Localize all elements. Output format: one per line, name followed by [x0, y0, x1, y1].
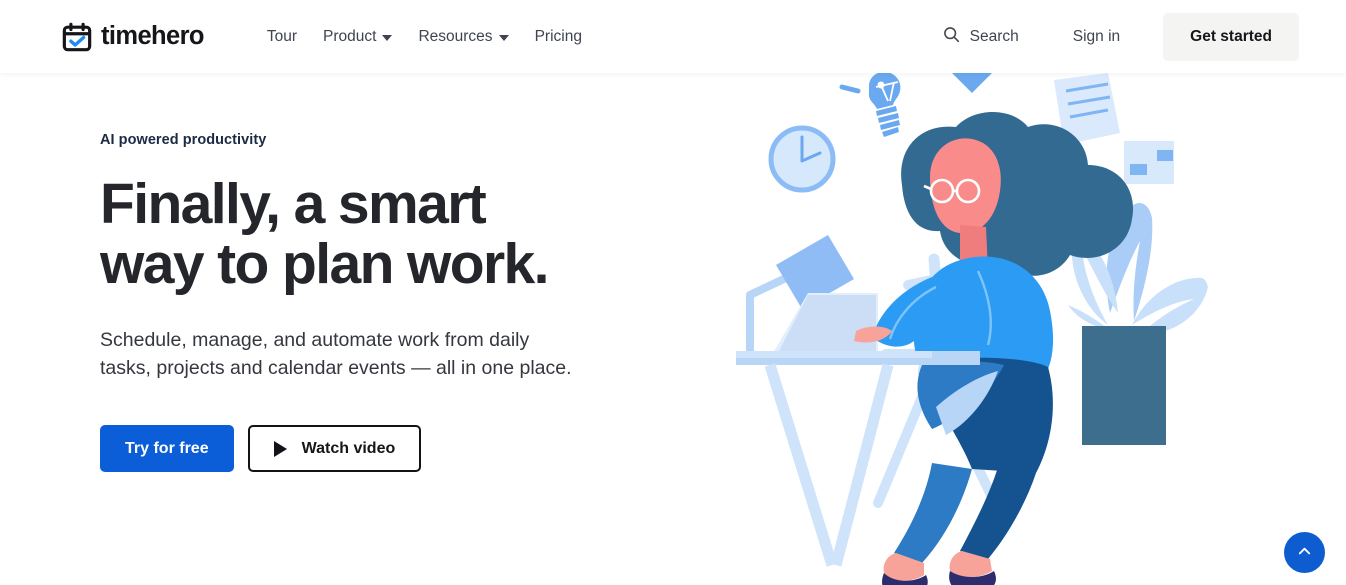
- search-icon: [943, 26, 960, 48]
- hero-subhead: Schedule, manage, and automate work from…: [100, 328, 572, 380]
- logo-wordmark: timehero: [101, 21, 204, 50]
- chevron-up-icon: [1297, 544, 1312, 562]
- clock-icon: [768, 125, 836, 193]
- hero-section: AI powered productivity Finally, a smart…: [0, 73, 1346, 585]
- primary-nav: Tour Product Resources Pricing: [254, 20, 595, 54]
- search-button[interactable]: Search: [931, 18, 1031, 56]
- get-started-button[interactable]: Get started: [1163, 12, 1299, 61]
- note-card-icon: [1124, 141, 1174, 184]
- watch-video-label: Watch video: [301, 439, 396, 457]
- triangle-accent-icon: [952, 73, 992, 93]
- nav-item-pricing[interactable]: Pricing: [522, 20, 595, 54]
- nav-label: Product: [323, 27, 377, 45]
- landing-page: timehero Tour Product Resources Pricing: [0, 0, 1346, 585]
- site-header: timehero Tour Product Resources Pricing: [0, 0, 1346, 73]
- hero-copy: AI powered productivity Finally, a smart…: [100, 132, 720, 473]
- try-for-free-button[interactable]: Try for free: [100, 425, 234, 473]
- watch-video-button[interactable]: Watch video: [247, 425, 422, 473]
- nav-label: Pricing: [534, 27, 582, 45]
- woman-working-at-desk-illustration: [736, 73, 1346, 585]
- nav-item-tour[interactable]: Tour: [254, 20, 310, 54]
- laptop: [772, 293, 878, 355]
- nav-label: Resources: [418, 27, 493, 45]
- hero-cta-row: Try for free Watch video: [100, 425, 720, 473]
- hero-headline: Finally, a smart way to plan work.: [100, 172, 550, 297]
- nav-item-product[interactable]: Product: [310, 20, 405, 54]
- play-icon: [273, 440, 287, 457]
- hero-eyebrow: AI powered productivity: [100, 132, 267, 148]
- logo-link[interactable]: timehero: [62, 22, 204, 52]
- nav-item-resources[interactable]: Resources: [405, 20, 521, 54]
- search-label: Search: [969, 27, 1019, 45]
- scroll-to-top-button[interactable]: [1284, 532, 1325, 573]
- try-for-free-label: Try for free: [125, 439, 209, 457]
- lightbulb-icon: [839, 73, 901, 137]
- header-actions: Search Sign in Get started: [931, 12, 1299, 61]
- chevron-down-icon: [382, 34, 393, 41]
- calendar-check-icon: [62, 22, 92, 52]
- nav-label: Tour: [266, 27, 298, 45]
- sign-in-label: Sign in: [1072, 27, 1121, 45]
- chevron-down-icon: [498, 34, 509, 41]
- sign-in-button[interactable]: Sign in: [1057, 20, 1136, 54]
- get-started-label: Get started: [1190, 27, 1272, 45]
